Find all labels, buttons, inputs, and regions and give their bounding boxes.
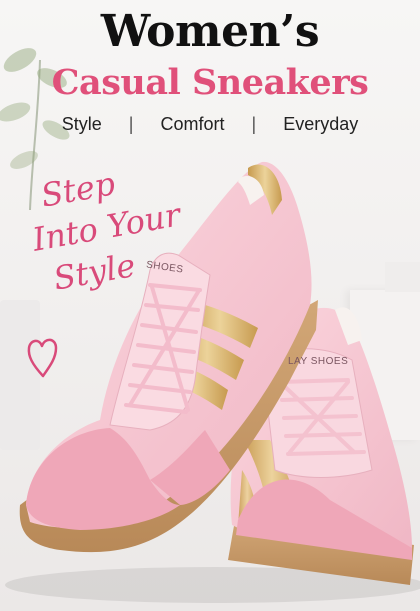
sneakers-image <box>5 161 420 603</box>
right-shoe-brand-label: LAY SHOES <box>288 356 349 367</box>
product-banner: Women’s Casual Sneakers Style | Comfort … <box>0 0 420 611</box>
